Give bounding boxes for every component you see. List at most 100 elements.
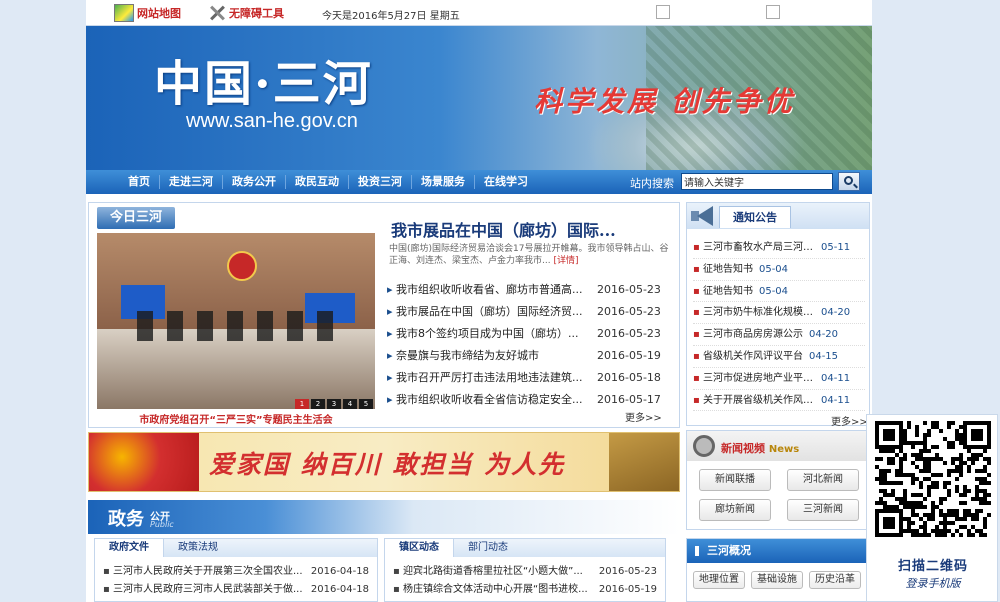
list-item[interactable]: 我市组织收听收看全省信访稳定安全... 2016-05-17 [387, 389, 675, 411]
list-item[interactable]: 我市召开严厉打击违法用地违法建筑... 2016-05-18 [387, 367, 675, 389]
nav-about[interactable]: 走进三河 [160, 175, 223, 189]
video-button[interactable]: 新闻联播 [699, 469, 771, 491]
town-news-title[interactable]: 杨庄镇综合文体活动中心开展“图书进校... [393, 581, 591, 599]
news-title[interactable]: 我市组织收听收看省、廊坊市普通高... [387, 279, 583, 301]
carousel-dot[interactable]: 2 [311, 399, 325, 409]
qr-module [935, 425, 939, 429]
qr-module [935, 485, 939, 489]
today-tab[interactable]: 今日三河 [97, 207, 175, 229]
qr-module [883, 517, 895, 529]
qr-module [971, 533, 975, 537]
news-title[interactable]: 奈曼旗与我市缔结为友好城市 [387, 345, 583, 367]
overview-button[interactable]: 地理位置 [693, 571, 745, 589]
nav-home[interactable]: 首页 [119, 175, 160, 189]
nav-services[interactable]: 场景服务 [412, 175, 475, 189]
tab-dept-news[interactable]: 部门动态 [454, 539, 522, 557]
checkbox-placeholder[interactable] [766, 5, 780, 19]
qr-module [983, 501, 987, 505]
nav-interaction[interactable]: 政民互动 [286, 175, 349, 189]
today-more-link[interactable]: 更多>> [625, 409, 662, 424]
notice-more-link[interactable]: 更多>> [831, 413, 868, 428]
qr-module [939, 501, 943, 505]
overview-button[interactable]: 历史沿革 [809, 571, 861, 589]
checkbox-placeholder[interactable] [656, 5, 670, 19]
list-item[interactable]: 关于开展省级机关作风公... 04-11 [693, 390, 865, 412]
carousel-dot[interactable]: 3 [327, 399, 341, 409]
search-input[interactable] [681, 173, 833, 190]
qr-module [895, 505, 899, 509]
nav-gov-affairs[interactable]: 政务公开 [223, 175, 286, 189]
news-photo-carousel[interactable]: 1 2 3 4 5 [97, 233, 375, 409]
video-button[interactable]: 三河新闻 [787, 499, 859, 521]
qr-module [939, 473, 943, 477]
list-item[interactable]: 征地告知书 05-04 [693, 281, 865, 303]
list-item[interactable]: 省级机关作风评议平台 04-15 [693, 346, 865, 368]
photo-caption[interactable]: 市政府党组召开“三严三实”专题民主生活会 [97, 411, 375, 426]
qr-module [931, 425, 935, 429]
video-button[interactable]: 廊坊新闻 [699, 499, 771, 521]
carousel-dot[interactable]: 1 [295, 399, 309, 409]
news-video-panel: 新闻视频 News 新闻联播 河北新闻 廊坊新闻 三河新闻 [686, 430, 870, 530]
list-item[interactable]: 三河市商品房房源公示 04-20 [693, 324, 865, 346]
qr-module [983, 465, 987, 469]
qr-module [923, 521, 927, 525]
notice-header: 通知公告 [687, 203, 869, 229]
tab-gov-files[interactable]: 政府文件 [95, 539, 164, 557]
carousel-dot[interactable]: 5 [359, 399, 373, 409]
list-item[interactable]: 三河市促进房地产业平稳... 04-11 [693, 368, 865, 390]
film-reel-icon [693, 435, 715, 457]
accessibility-link[interactable]: 无障碍工具 [208, 3, 284, 23]
news-title[interactable]: 我市8个签约项目成为中国（廊坊）... [387, 323, 583, 345]
summary-detail-link[interactable]: [详情] [553, 256, 578, 266]
slogan-banner[interactable]: 爱家国 纳百川 敢担当 为人先 [88, 432, 680, 492]
list-item[interactable]: 迎宾北路街道香榕里拉社区“小题大做”... 2016-05-23 [393, 563, 657, 581]
video-button[interactable]: 河北新闻 [787, 469, 859, 491]
qr-module [899, 461, 903, 465]
qr-module [923, 461, 927, 465]
nav-learning[interactable]: 在线学习 [475, 175, 537, 189]
nav-invest[interactable]: 投资三河 [349, 175, 412, 189]
notice-title[interactable]: 关于开展省级机关作风公... [693, 390, 815, 411]
list-item[interactable]: 征地告知书 05-04 [693, 259, 865, 281]
notice-title[interactable]: 三河市奶牛标准化规模养... [693, 302, 815, 323]
town-news-title[interactable]: 迎宾北路街道香榕里拉社区“小题大做”... [393, 563, 591, 581]
news-title[interactable]: 我市展品在中国（廊坊）国际经济贸... [387, 301, 583, 323]
overview-title[interactable]: 三河概况 [687, 539, 869, 563]
list-item[interactable]: 奈曼旗与我市缔结为友好城市 2016-05-19 [387, 345, 675, 367]
notice-title[interactable]: 省级机关作风评议平台 [693, 346, 803, 367]
overview-button[interactable]: 基础设施 [751, 571, 803, 589]
notice-title[interactable]: 三河市商品房房源公示 [693, 324, 803, 345]
site-map-link[interactable]: 网站地图 [114, 3, 181, 23]
qr-module [911, 453, 915, 457]
qr-module [943, 521, 947, 525]
list-item[interactable]: 我市组织收听收看省、廊坊市普通高... 2016-05-23 [387, 279, 675, 301]
tab-policies[interactable]: 政策法规 [164, 539, 232, 557]
notice-title[interactable]: 三河市促进房地产业平稳... [693, 368, 815, 389]
notice-title[interactable]: 征地告知书 [693, 281, 753, 302]
search-button[interactable] [838, 172, 860, 191]
headline[interactable]: 我市展品在中国（廊坊）国际... [391, 217, 616, 241]
notice-tab[interactable]: 通知公告 [719, 206, 791, 228]
list-item[interactable]: 我市8个签约项目成为中国（廊坊）... 2016-05-23 [387, 323, 675, 345]
carousel-dot[interactable]: 4 [343, 399, 357, 409]
list-item[interactable]: 三河市人民政府三河市人民武装部关于做... 2016-04-18 [103, 581, 369, 599]
tab-town-news[interactable]: 镇区动态 [385, 539, 454, 557]
list-item[interactable]: 三河市人民政府关于开展第三次全国农业... 2016-04-18 [103, 563, 369, 581]
notice-title[interactable]: 征地告知书 [693, 259, 753, 280]
list-item[interactable]: 三河市畜牧水产局三河市... 05-11 [693, 237, 865, 259]
qr-module [915, 429, 919, 433]
qr-module [947, 421, 951, 425]
notice-title[interactable]: 三河市畜牧水产局三河市... [693, 237, 815, 258]
news-title[interactable]: 我市组织收听收看全省信访稳定安全... [387, 389, 583, 411]
qr-module [983, 457, 987, 461]
news-title[interactable]: 我市召开严厉打击违法用地违法建筑... [387, 367, 583, 389]
list-item[interactable]: 三河市奶牛标准化规模养... 04-20 [693, 302, 865, 325]
list-item[interactable]: 杨庄镇综合文体活动中心开展“图书进校... 2016-05-19 [393, 581, 657, 599]
qr-module [979, 497, 983, 501]
qr-code-panel[interactable]: 扫描二维码 登录手机版 [866, 414, 998, 602]
qr-module [923, 533, 927, 537]
file-title[interactable]: 三河市人民政府关于开展第三次全国农业... [103, 563, 303, 581]
qr-module [959, 433, 963, 437]
file-title[interactable]: 三河市人民政府三河市人民武装部关于做... [103, 581, 303, 599]
list-item[interactable]: 我市展品在中国（廊坊）国际经济贸... 2016-05-23 [387, 301, 675, 323]
